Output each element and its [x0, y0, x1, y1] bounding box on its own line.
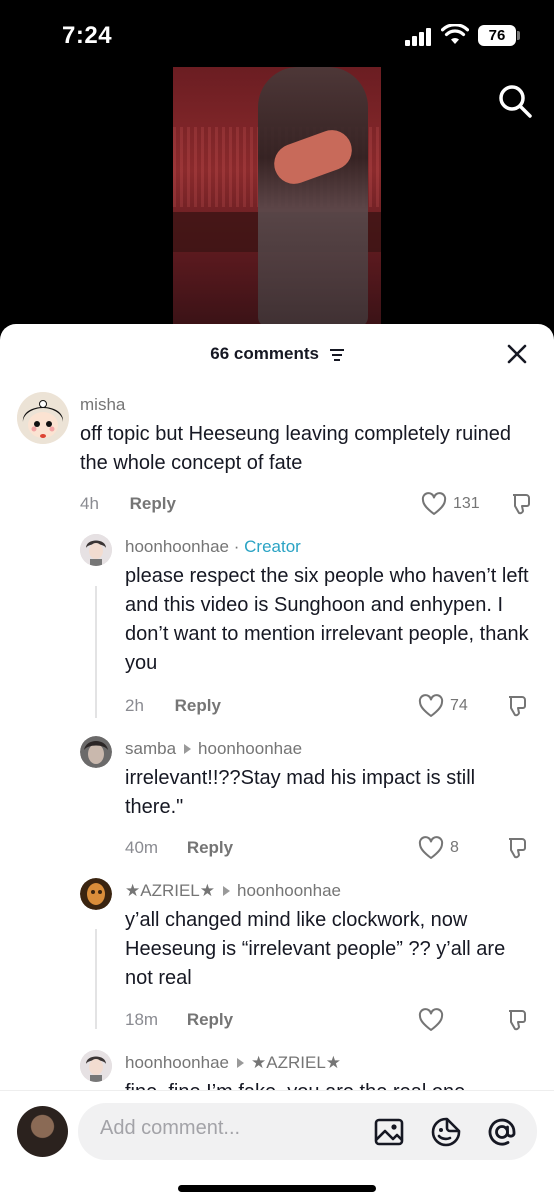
thread-line — [95, 586, 97, 718]
comment-input-container[interactable] — [78, 1103, 537, 1160]
reply-button[interactable]: Reply — [175, 696, 221, 715]
comment-time: 40m — [125, 838, 159, 857]
heart-icon — [418, 1008, 444, 1031]
comment-input[interactable] — [100, 1117, 360, 1140]
comment-meta: 18m Reply — [125, 1010, 233, 1030]
heart-icon — [418, 694, 444, 717]
like-button[interactable]: 8 — [418, 836, 459, 860]
comment-composer — [0, 1090, 554, 1199]
comments-header: 66 comments — [0, 324, 554, 382]
dislike-icon[interactable] — [503, 836, 529, 862]
comments-count-label: 66 comments — [210, 344, 319, 363]
comment-time: 4h — [80, 494, 99, 513]
avatar-image — [80, 534, 112, 566]
avatar[interactable] — [17, 392, 69, 444]
heart-icon — [418, 836, 444, 859]
reply-arrow-icon — [237, 1058, 245, 1069]
dislike-icon[interactable] — [507, 492, 533, 518]
creator-badge: Creator — [244, 537, 301, 556]
comment-text: y’all changed mind like clockwork, now H… — [125, 909, 506, 989]
video-figure — [258, 67, 368, 327]
dislike-icon[interactable] — [503, 694, 529, 720]
avatar-image — [80, 878, 112, 910]
like-count: 74 — [450, 697, 468, 714]
comment-username[interactable]: ★AZRIEL★ hoonhoonhae — [125, 881, 341, 901]
close-icon[interactable] — [505, 342, 529, 366]
reply-button[interactable]: Reply — [187, 838, 233, 857]
reply-button[interactable]: Reply — [187, 1010, 233, 1029]
reply-arrow-icon — [223, 886, 230, 897]
battery-tip — [517, 31, 520, 40]
comment-text: off topic but Heeseung leaving completel… — [80, 423, 512, 474]
like-button[interactable] — [418, 1008, 450, 1032]
comment-username[interactable]: misha — [80, 395, 125, 415]
like-count: 8 — [450, 839, 459, 856]
like-count: 131 — [453, 495, 480, 512]
status-bar: 7:24 76 — [0, 0, 554, 70]
filter-icon[interactable] — [329, 348, 344, 361]
avatar[interactable] — [80, 736, 112, 768]
comment-username[interactable]: hoonhoonhae · Creator — [125, 537, 301, 557]
comment-username[interactable]: hoonhoonhae ★AZRIEL★ — [125, 1053, 341, 1073]
cellular-signal-icon — [405, 28, 433, 46]
my-avatar[interactable] — [17, 1106, 68, 1157]
home-indicator — [178, 1185, 376, 1192]
comments-count[interactable]: 66 comments — [0, 344, 554, 364]
reply-arrow-icon — [184, 744, 192, 755]
comment-text: please respect the six people who haven’… — [125, 565, 529, 674]
dislike-icon[interactable] — [503, 1008, 529, 1034]
comment-meta: 4h Reply — [80, 494, 176, 514]
like-button[interactable]: 74 — [418, 694, 468, 718]
comment-meta: 40m Reply — [125, 838, 233, 858]
avatar[interactable] — [80, 534, 112, 566]
reply-button[interactable]: Reply — [130, 494, 176, 513]
status-time: 7:24 — [62, 22, 113, 49]
mention-icon[interactable] — [486, 1116, 518, 1148]
heart-icon — [421, 492, 447, 515]
avatar[interactable] — [80, 878, 112, 910]
avatar[interactable] — [80, 1050, 112, 1082]
comment-time: 18m — [125, 1010, 159, 1029]
avatar-image — [80, 1050, 112, 1082]
avatar-image — [80, 736, 112, 768]
thread-line — [95, 929, 97, 1029]
comment-text: irrelevant!!??Stay mad his impact is sti… — [125, 767, 476, 818]
comment-time: 2h — [125, 696, 144, 715]
image-icon[interactable] — [373, 1116, 405, 1148]
video-player[interactable] — [173, 67, 381, 327]
wifi-icon — [441, 24, 469, 44]
avatar-image — [17, 392, 69, 444]
comment-username[interactable]: samba hoonhoonhae — [125, 739, 302, 759]
like-button[interactable]: 131 — [421, 492, 480, 516]
emoji-icon[interactable] — [430, 1116, 462, 1148]
comments-sheet: 66 comments misha off topic but Heeseung… — [0, 324, 554, 1199]
comment-meta: 2h Reply — [125, 696, 221, 716]
battery-icon: 76 — [478, 25, 516, 46]
search-icon[interactable] — [496, 82, 534, 120]
